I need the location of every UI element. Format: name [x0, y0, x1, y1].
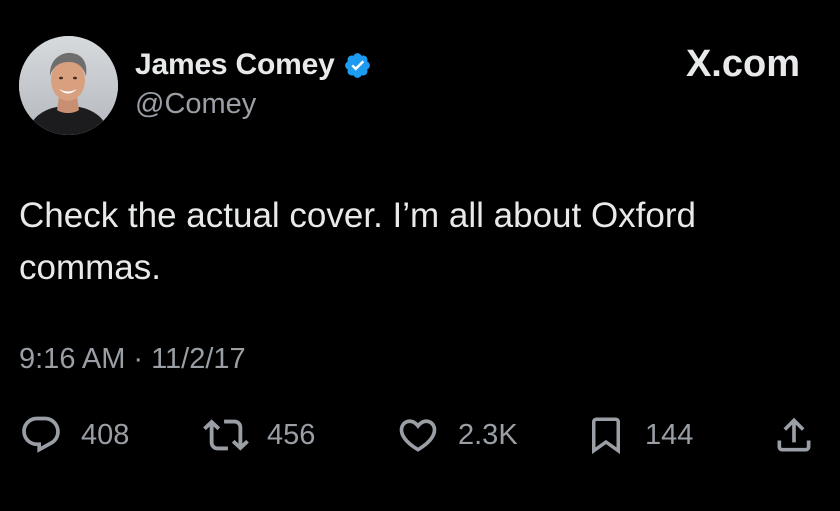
- avatar[interactable]: [19, 36, 118, 135]
- bookmark-icon: [592, 417, 620, 455]
- reply-count: 408: [81, 418, 130, 451]
- bookmark-button[interactable]: 144: [585, 412, 693, 458]
- share-button[interactable]: [772, 412, 816, 458]
- author-name-row[interactable]: James Comey: [135, 44, 372, 86]
- bookmark-count: 144: [645, 418, 694, 451]
- reply-icon: [22, 416, 60, 453]
- heart-icon: [399, 419, 437, 452]
- repost-icon: [203, 419, 249, 451]
- timestamp-time: 9:16 AM: [19, 343, 126, 375]
- repost-button[interactable]: 456: [203, 412, 315, 458]
- profile-photo-icon: [19, 36, 118, 135]
- action-bar: 408 456 2.3K 144: [0, 412, 840, 458]
- like-button[interactable]: 2.3K: [396, 412, 518, 458]
- timestamp-date: 11/2/17: [151, 343, 246, 375]
- verified-badge-icon: [343, 51, 372, 80]
- handle[interactable]: @Comey: [135, 88, 256, 121]
- like-count: 2.3K: [458, 418, 518, 451]
- share-icon: [777, 417, 811, 452]
- timestamp-separator: ·: [133, 343, 144, 375]
- timestamp[interactable]: 9:16 AM · 11/2/17: [19, 343, 246, 376]
- reply-button[interactable]: 408: [19, 412, 129, 458]
- brand-logo: X.com: [685, 43, 800, 85]
- tweet-text: Check the actual cover. I’m all about Ox…: [19, 196, 696, 287]
- display-name[interactable]: James Comey: [135, 48, 335, 82]
- tweet-card: James Comey @Comey X.com Check the actua…: [0, 0, 840, 511]
- repost-count: 456: [267, 418, 316, 451]
